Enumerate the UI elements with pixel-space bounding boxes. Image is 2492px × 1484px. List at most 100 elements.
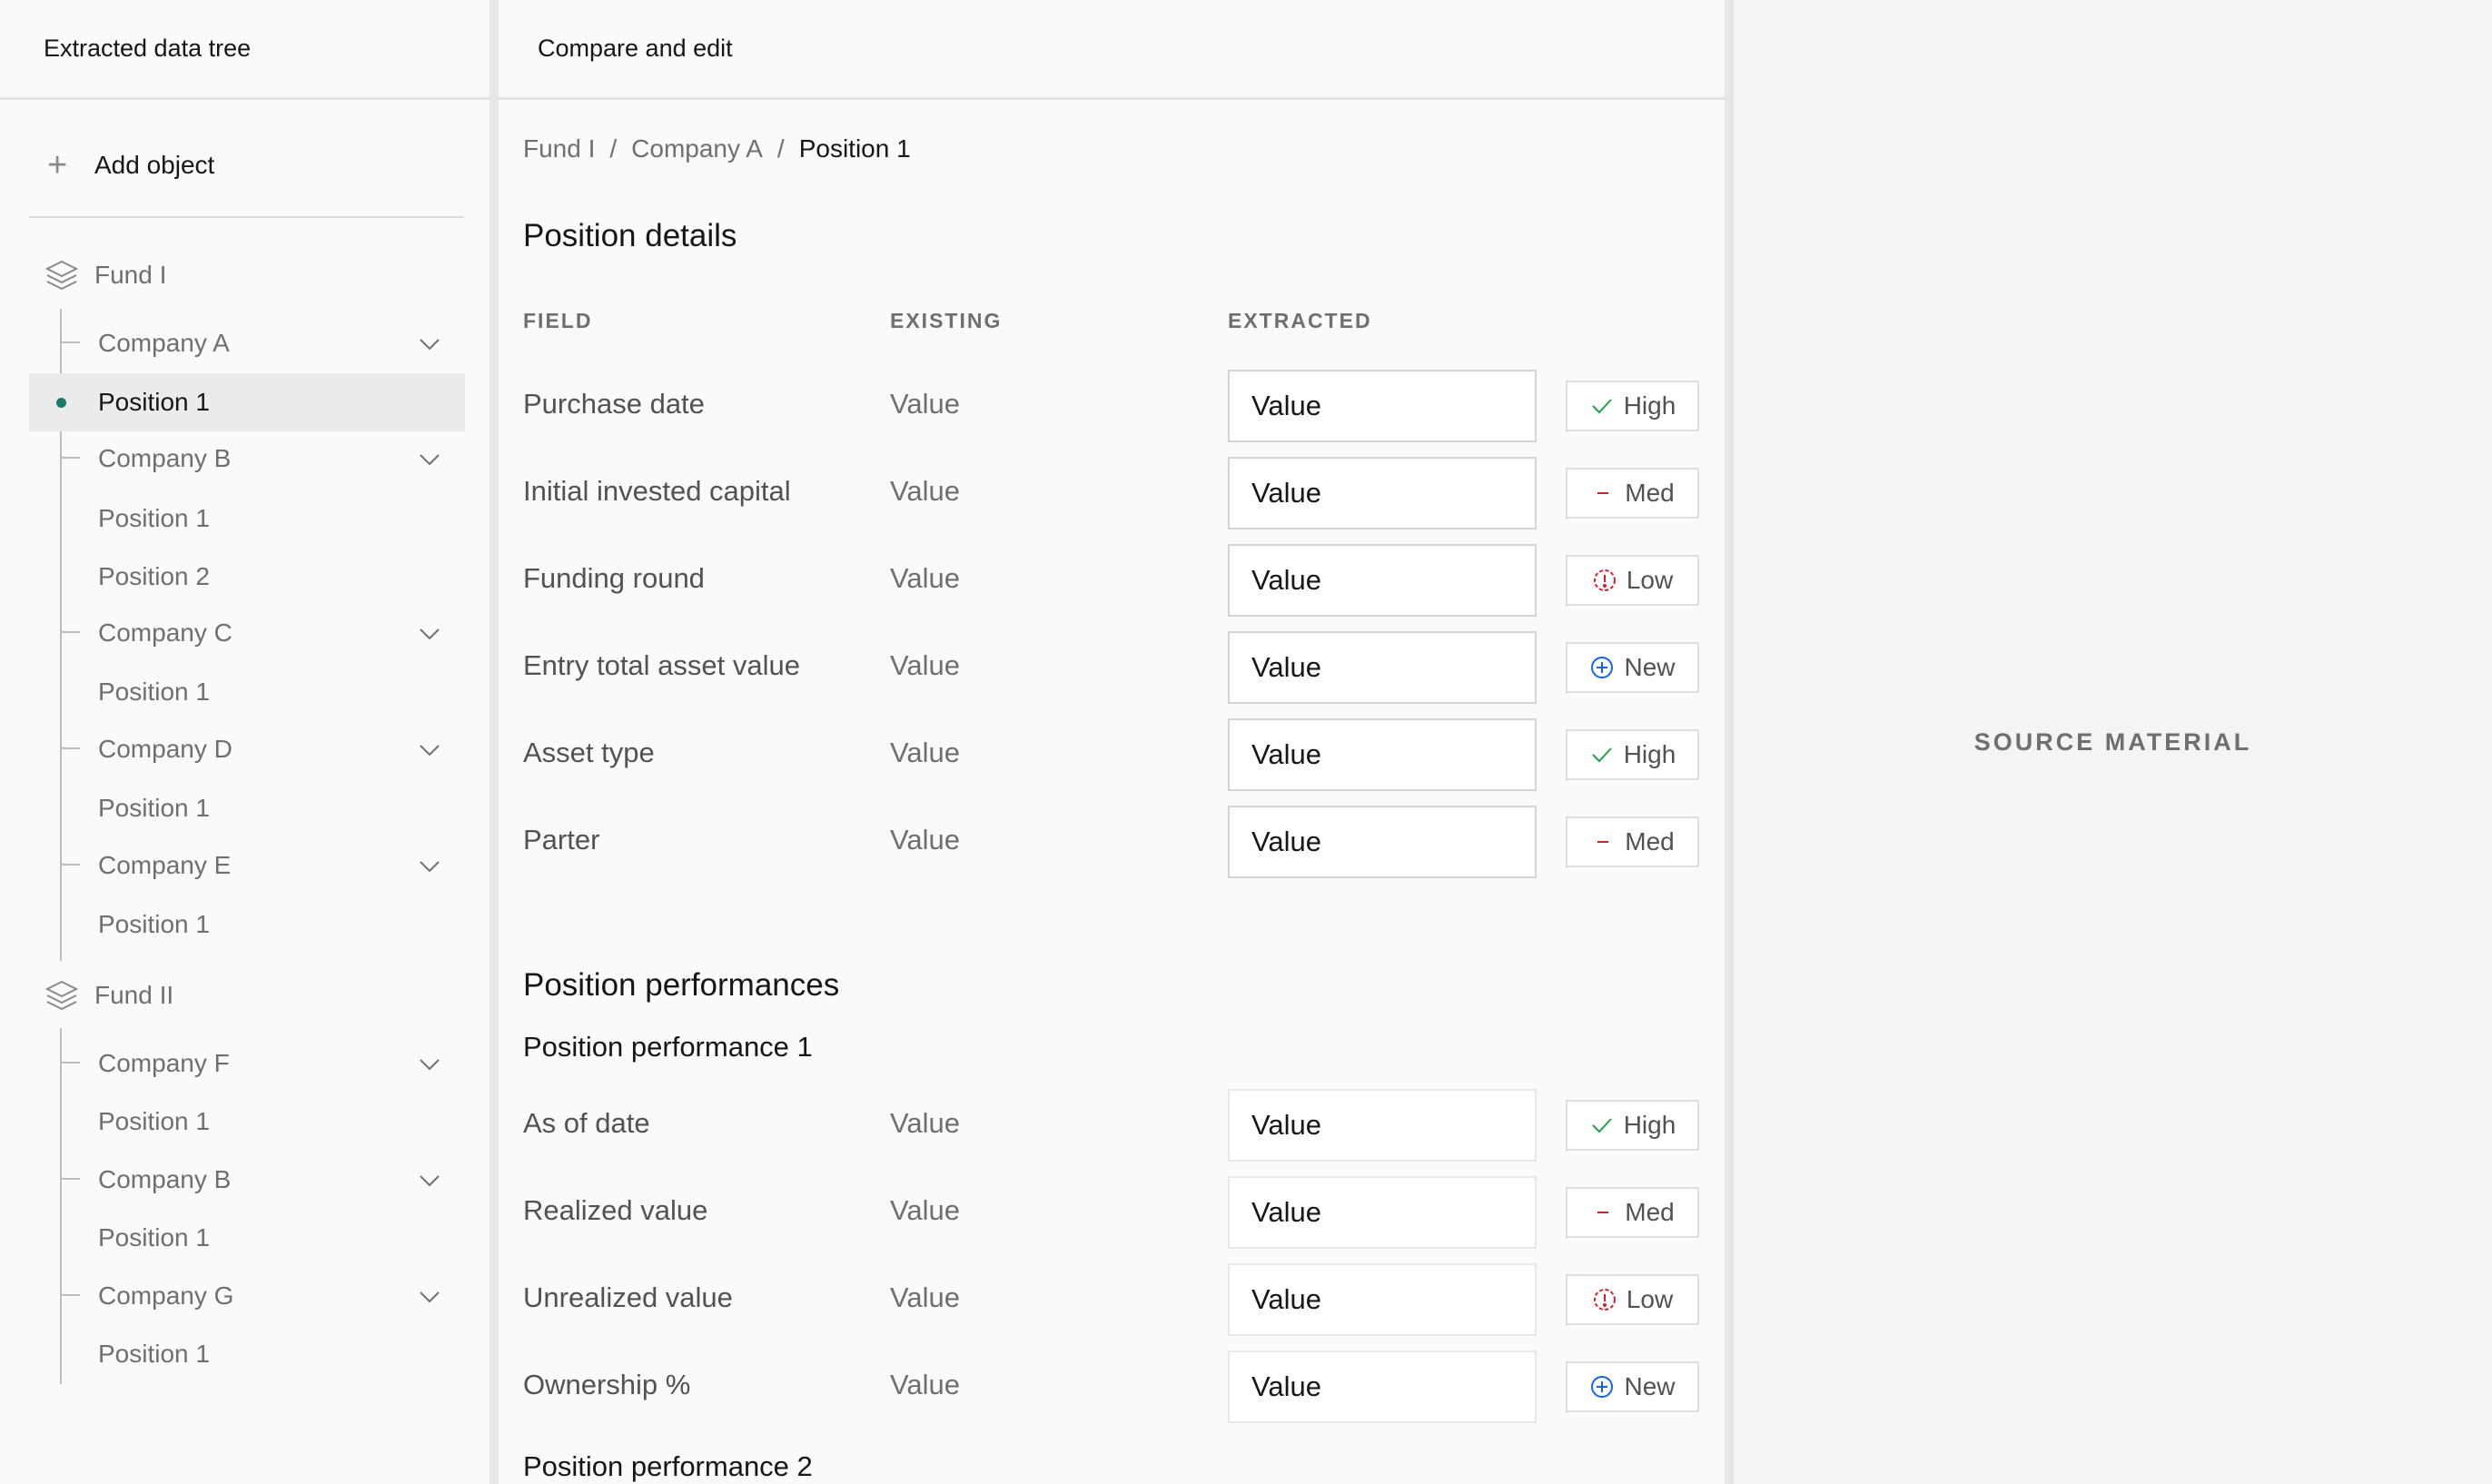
compare-edit-title: Compare and edit bbox=[538, 35, 733, 62]
confidence-badge[interactable]: High bbox=[1566, 729, 1699, 780]
field-name: Initial invested capital bbox=[523, 475, 791, 507]
field-name: Asset type bbox=[523, 737, 655, 768]
confidence-label: Med bbox=[1625, 479, 1675, 507]
tree-position-row[interactable]: Position 2 bbox=[98, 556, 210, 598]
chevron-down-icon[interactable] bbox=[418, 332, 441, 356]
existing-value: Value bbox=[890, 562, 960, 594]
confidence-badge[interactable]: High bbox=[1566, 381, 1699, 431]
tree-company-row[interactable]: Company E bbox=[60, 844, 460, 889]
field-row: Realized value Value Med bbox=[499, 1176, 1725, 1249]
chevron-down-icon[interactable] bbox=[418, 855, 441, 878]
tree-fund-1[interactable]: Fund I bbox=[44, 252, 166, 299]
fund-label: Fund II bbox=[94, 981, 174, 1009]
existing-value: Value bbox=[890, 737, 960, 768]
panel-divider[interactable] bbox=[490, 0, 499, 1484]
tree-company-row[interactable]: Company D bbox=[60, 727, 460, 773]
confidence-badge[interactable]: Low bbox=[1566, 555, 1699, 606]
extracted-value-input[interactable] bbox=[1228, 370, 1537, 442]
warning-circle-icon bbox=[1593, 1289, 1616, 1311]
tree-company-row[interactable]: Company A bbox=[60, 322, 460, 367]
tree-position-selected[interactable]: Position 1 bbox=[29, 373, 465, 431]
extracted-value-input[interactable] bbox=[1228, 1263, 1537, 1336]
chevron-down-icon[interactable] bbox=[418, 622, 441, 646]
company-label: Company B bbox=[98, 444, 232, 472]
tree-elbow bbox=[60, 1158, 80, 1180]
active-indicator bbox=[56, 398, 66, 408]
field-row: Parter Value Med bbox=[499, 806, 1725, 878]
tree-position-row[interactable]: Position 1 bbox=[98, 671, 210, 713]
extracted-value-input[interactable] bbox=[1228, 631, 1537, 704]
checkmark-icon bbox=[1591, 747, 1612, 763]
panel-divider[interactable] bbox=[1725, 0, 1734, 1484]
add-object-button[interactable]: + Add object bbox=[47, 145, 214, 185]
tree-position-row[interactable]: Position 1 bbox=[98, 498, 210, 539]
breadcrumb-item-fund[interactable]: Fund I bbox=[523, 134, 595, 163]
minus-icon bbox=[1597, 1212, 1609, 1213]
confidence-badge[interactable]: High bbox=[1566, 1100, 1699, 1151]
company-label: Company G bbox=[98, 1281, 234, 1310]
field-row: As of date Value High bbox=[499, 1089, 1725, 1162]
company-label: Company C bbox=[98, 618, 232, 647]
company-label: Company F bbox=[98, 1049, 230, 1077]
chevron-down-icon[interactable] bbox=[418, 448, 441, 471]
existing-value: Value bbox=[890, 1369, 960, 1400]
chevron-down-icon[interactable] bbox=[418, 1169, 441, 1192]
extracted-value-input[interactable] bbox=[1228, 1176, 1537, 1249]
data-tree-title: Extracted data tree bbox=[44, 35, 252, 62]
confidence-badge[interactable]: Low bbox=[1566, 1274, 1699, 1325]
confidence-label: New bbox=[1624, 653, 1676, 681]
extracted-value-input[interactable] bbox=[1228, 457, 1537, 529]
confidence-label: Low bbox=[1626, 566, 1674, 594]
extracted-value-input[interactable] bbox=[1228, 1350, 1537, 1423]
tree-company-row[interactable]: Company B bbox=[60, 437, 460, 482]
existing-value: Value bbox=[890, 1194, 960, 1226]
chevron-down-icon[interactable] bbox=[418, 1285, 441, 1309]
confidence-badge[interactable]: New bbox=[1566, 642, 1699, 693]
tree-company-row[interactable]: Company G bbox=[60, 1274, 460, 1320]
section-title-position-performances: Position performances bbox=[523, 967, 840, 1003]
field-name: As of date bbox=[523, 1107, 650, 1139]
confidence-badge[interactable]: Med bbox=[1566, 468, 1699, 519]
tree-company-row[interactable]: Company B bbox=[60, 1158, 460, 1203]
company-label: Company E bbox=[98, 851, 232, 879]
tree-position-row[interactable]: Position 1 bbox=[98, 904, 210, 945]
tree-fund-2[interactable]: Fund II bbox=[44, 972, 173, 1019]
extracted-value-input[interactable] bbox=[1228, 718, 1537, 791]
confidence-badge[interactable]: Med bbox=[1566, 1187, 1699, 1238]
existing-value: Value bbox=[890, 1107, 960, 1139]
breadcrumb-separator: / bbox=[776, 134, 785, 163]
existing-value: Value bbox=[890, 824, 960, 856]
existing-value: Value bbox=[890, 388, 960, 420]
extracted-value-input[interactable] bbox=[1228, 544, 1537, 617]
tree-position-row[interactable]: Position 1 bbox=[98, 1333, 210, 1375]
position-label: Position 2 bbox=[98, 562, 210, 590]
chevron-down-icon[interactable] bbox=[418, 1053, 441, 1076]
confidence-label: New bbox=[1624, 1372, 1676, 1400]
source-material-label: SOURCE MATERIAL bbox=[1973, 728, 2252, 756]
tree-elbow bbox=[60, 1042, 80, 1064]
confidence-label: High bbox=[1623, 391, 1676, 420]
confidence-badge[interactable]: Med bbox=[1566, 816, 1699, 867]
column-header-existing: EXISTING bbox=[890, 309, 1003, 332]
breadcrumb-item-current: Position 1 bbox=[798, 134, 911, 163]
field-name: Ownership % bbox=[523, 1369, 691, 1400]
tree-elbow bbox=[60, 322, 80, 343]
subsection-title-performance-2: Position performance 2 bbox=[523, 1450, 813, 1482]
position-label: Position 1 bbox=[98, 388, 210, 416]
extracted-value-input[interactable] bbox=[1228, 1089, 1537, 1162]
tree-company-row[interactable]: Company F bbox=[60, 1042, 460, 1087]
section-title-position-details: Position details bbox=[523, 218, 737, 253]
position-label: Position 1 bbox=[98, 1340, 210, 1368]
tree-position-row[interactable]: Position 1 bbox=[98, 787, 210, 829]
breadcrumb-item-company[interactable]: Company A bbox=[631, 134, 763, 163]
plus-icon: + bbox=[47, 146, 68, 184]
warning-circle-icon bbox=[1593, 569, 1616, 591]
chevron-down-icon[interactable] bbox=[418, 738, 441, 762]
tree-position-row[interactable]: Position 1 bbox=[98, 1217, 210, 1259]
tree-company-row[interactable]: Company C bbox=[60, 611, 460, 657]
tree-position-row[interactable]: Position 1 bbox=[98, 1101, 210, 1143]
position-label: Position 1 bbox=[98, 504, 210, 532]
field-row: Funding round Value Low bbox=[499, 544, 1725, 617]
confidence-badge[interactable]: New bbox=[1566, 1361, 1699, 1412]
extracted-value-input[interactable] bbox=[1228, 806, 1537, 878]
